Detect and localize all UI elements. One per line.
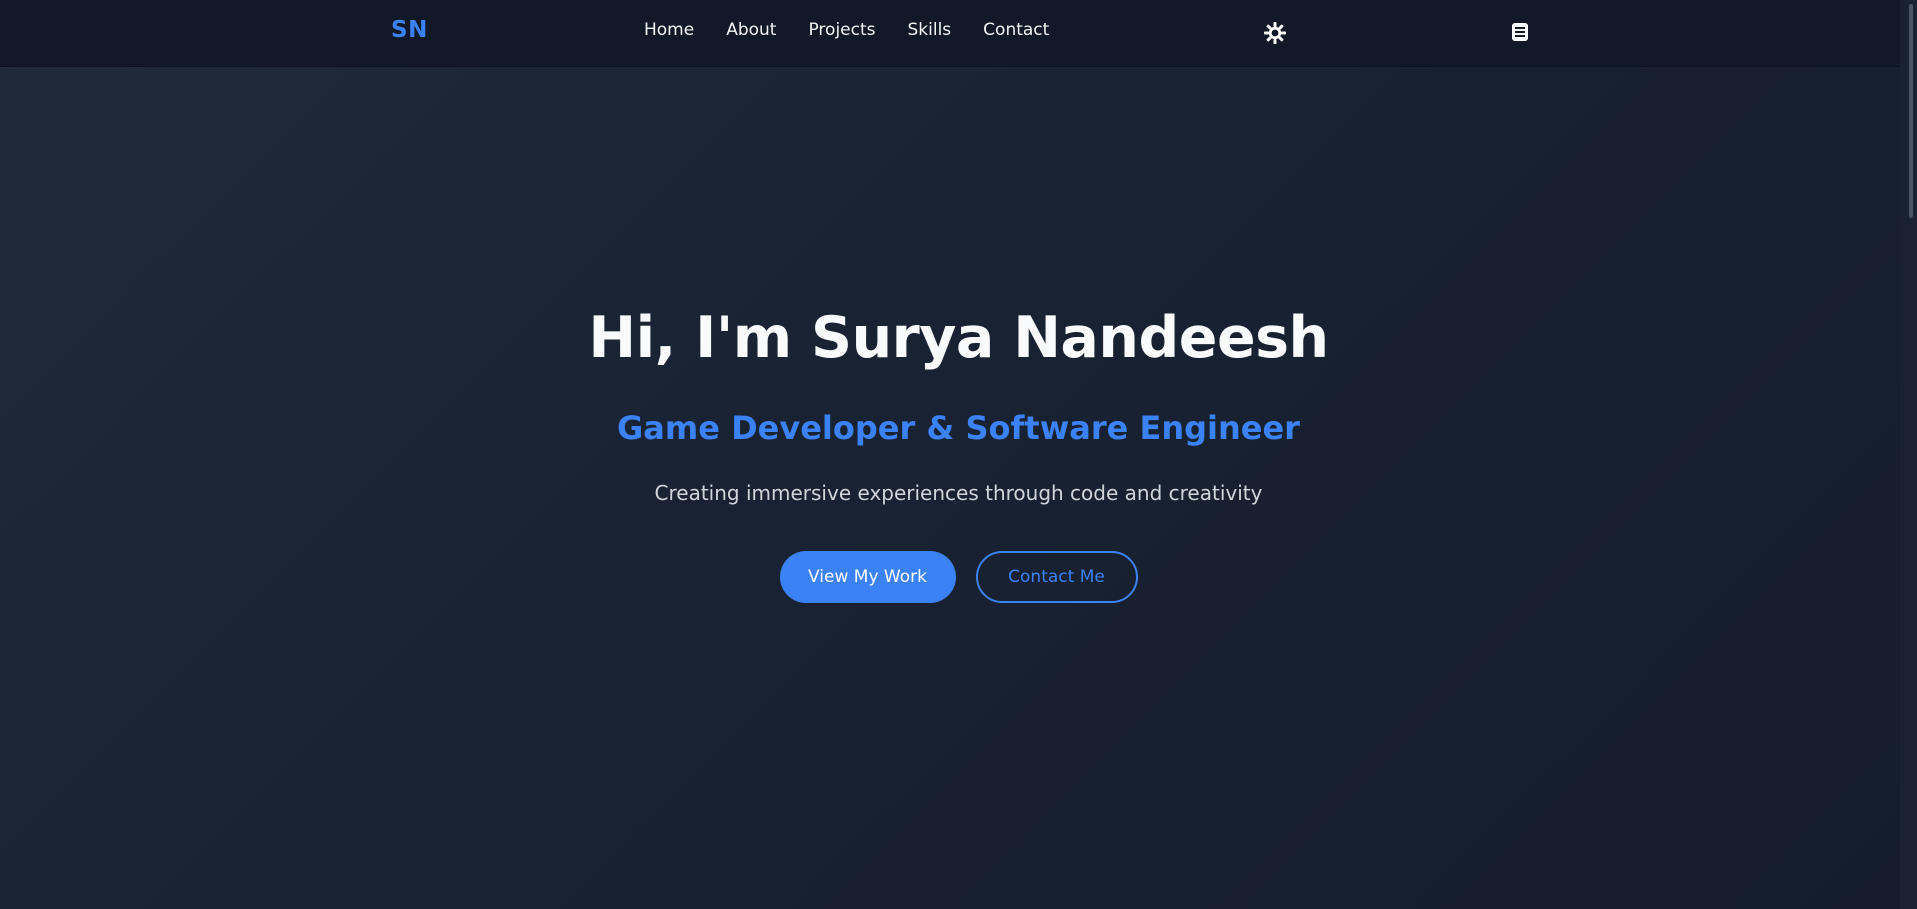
hero-section: Hi, I'm Surya Nandeesh Game Developer & … bbox=[0, 67, 1900, 909]
nav-link-home[interactable]: Home bbox=[644, 20, 694, 40]
hero-tagline: Creating immersive experiences through c… bbox=[654, 481, 1263, 505]
navbar: SN Home About Projects Skills Contact bbox=[0, 0, 1917, 67]
nav-link-about[interactable]: About bbox=[726, 20, 776, 40]
hero-title: Hi, I'm Surya Nandeesh bbox=[588, 305, 1329, 371]
site-logo[interactable]: SN bbox=[391, 17, 428, 43]
contact-me-button[interactable]: Contact Me bbox=[975, 551, 1138, 603]
menu-button[interactable] bbox=[1511, 22, 1529, 42]
theme-toggle-button[interactable] bbox=[1263, 21, 1287, 45]
scrollbar-thumb[interactable] bbox=[1909, 4, 1913, 218]
hero-subtitle: Game Developer & Software Engineer bbox=[617, 409, 1300, 447]
nav-link-projects[interactable]: Projects bbox=[808, 20, 875, 40]
sun-icon bbox=[1264, 22, 1286, 44]
nav-link-contact[interactable]: Contact bbox=[983, 20, 1049, 40]
page: SN Home About Projects Skills Contact Hi… bbox=[0, 0, 1917, 909]
view-my-work-button[interactable]: View My Work bbox=[779, 551, 956, 603]
document-icon bbox=[1512, 23, 1528, 41]
nav-link-skills[interactable]: Skills bbox=[908, 20, 952, 40]
page-scrollbar[interactable] bbox=[1900, 0, 1917, 909]
nav-links: Home About Projects Skills Contact bbox=[644, 20, 1049, 40]
hero-buttons: View My Work Contact Me bbox=[0, 551, 1917, 603]
